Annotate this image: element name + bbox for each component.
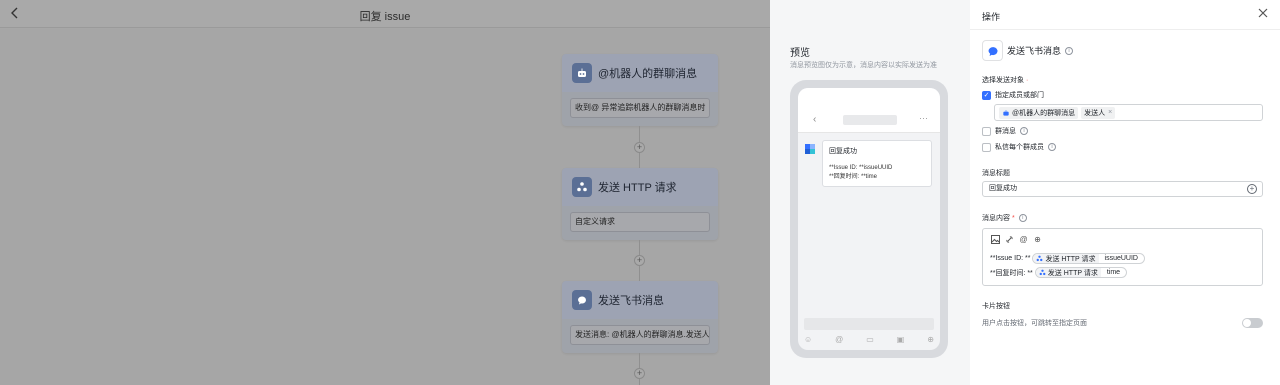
more-icon: ··· [919, 113, 928, 123]
option-member[interactable]: ✓ 指定成员或部门 [982, 90, 1044, 100]
checkbox[interactable] [982, 126, 991, 136]
checkbox[interactable] [982, 142, 991, 152]
content-line: **Issue ID: ** 发送 HTTP 请求 issueUUID [990, 253, 1145, 264]
page-title: 回复 issue [359, 11, 411, 23]
card-line: **回复时间: **time [829, 174, 878, 180]
option-group[interactable]: 群消息 i [982, 126, 1028, 136]
node-header: @机器人的群聊消息 [562, 54, 718, 92]
info-icon[interactable]: i [1065, 46, 1074, 55]
member-tag: @机器人的群聊消息 [999, 106, 1079, 119]
link-icon[interactable] [1005, 235, 1014, 244]
bot-avatar-icon [805, 143, 815, 154]
doc-icon: ▭ [866, 335, 874, 344]
card-line: **Issue ID: **issueUUID [829, 165, 893, 171]
node-header: 发送飞书消息 [562, 281, 718, 319]
phone-toolbar: ☺ @ ▭ ▣ ⊕ [804, 335, 934, 344]
top-bar: 回复 issue [0, 0, 770, 28]
action-header: 发送飞书消息 i [982, 40, 1074, 61]
insert-variable-icon[interactable]: + [1247, 184, 1257, 194]
info-icon[interactable]: i [1020, 127, 1028, 135]
close-icon[interactable] [1258, 8, 1268, 20]
chevron-left-icon: ‹ [813, 114, 817, 125]
node-title: 发送 HTTP 请求 [598, 182, 677, 194]
info-icon[interactable]: i [1018, 214, 1027, 223]
feishu-message-icon [572, 290, 592, 310]
action-name: 发送飞书消息 [1007, 46, 1062, 56]
card-button-toggle[interactable] [1242, 318, 1263, 328]
image-icon: ▣ [896, 335, 905, 344]
mention-icon[interactable]: @ [1019, 235, 1028, 244]
variable-chip[interactable]: 发送 HTTP 请求 time [1034, 267, 1128, 278]
robot-icon [572, 63, 592, 83]
panel-title: 操作 [982, 12, 1001, 22]
http-icon [572, 177, 592, 197]
node-summary: 自定义请求 [570, 212, 710, 232]
phone-title-placeholder [843, 115, 897, 125]
variable-chip[interactable]: 发送 HTTP 请求 issueUUID [1032, 253, 1145, 264]
node-title: @机器人的群聊消息 [598, 68, 698, 80]
member-select[interactable]: @机器人的群聊消息 发送人 × [994, 104, 1263, 121]
card-button-hint: 用户点击按钮，可跳转至指定页面 [982, 320, 1087, 327]
operation-panel: 操作 发送飞书消息 i 选择发送对象 · ✓ 指定成员或部门 @机器人的群聊消息 … [970, 0, 1280, 385]
phone-input-bar [804, 318, 934, 330]
option-private[interactable]: 私信每个群成员 i [982, 142, 1056, 152]
add-step-button[interactable]: + [634, 368, 645, 379]
message-title-input[interactable]: 回复成功 + [982, 181, 1263, 197]
card-button-label: 卡片按钮 [982, 303, 1010, 310]
add-icon: ⊕ [927, 335, 934, 344]
checkbox-checked[interactable]: ✓ [982, 90, 991, 100]
node-header: 发送 HTTP 请求 [562, 168, 718, 206]
message-content-label: 消息内容 * i [982, 213, 1027, 223]
preview-subtitle: 消息预览图仅为示意，消息内容以实际发送为准 [790, 62, 937, 69]
workflow-node-http[interactable]: 发送 HTTP 请求 自定义请求 [562, 168, 718, 240]
member-tag-field: 发送人 × [1081, 106, 1116, 119]
node-summary: 发送消息: @机器人的群聊消息.发送人 [570, 325, 710, 345]
phone-mockup: ‹ ··· 回复成功 **Issue ID: **issueUUID **回复时… [790, 80, 948, 358]
add-step-button[interactable]: + [634, 142, 645, 153]
add-step-button[interactable]: + [634, 255, 645, 266]
feishu-message-icon [982, 40, 1003, 61]
message-content-editor[interactable]: @ ⊕ **Issue ID: ** 发送 HTTP 请求 issueUUID … [982, 228, 1263, 286]
content-line: **回复时间: ** 发送 HTTP 请求 time [990, 267, 1128, 278]
at-icon: @ [835, 335, 844, 344]
remove-tag-icon[interactable]: × [1108, 109, 1112, 116]
emoji-icon: ☺ [804, 335, 813, 344]
info-icon[interactable]: i [1048, 143, 1056, 151]
preview-title: 预览 [790, 48, 810, 59]
insert-variable-icon[interactable]: ⊕ [1033, 235, 1042, 244]
node-title: 发送飞书消息 [598, 295, 664, 307]
target-label: 选择发送对象 · [982, 77, 1029, 84]
message-card-preview: 回复成功 **Issue ID: **issueUUID **回复时间: **t… [822, 140, 932, 187]
workflow-node-feishu-message[interactable]: 发送飞书消息 发送消息: @机器人的群聊消息.发送人 [562, 281, 718, 353]
card-title: 回复成功 [829, 148, 857, 155]
image-icon[interactable] [991, 235, 1000, 244]
preview-pane: 预览 消息预览图仅为示意，消息内容以实际发送为准 ‹ ··· 回复成功 **Is… [770, 0, 970, 385]
workflow-node-trigger[interactable]: @机器人的群聊消息 收到@ 异常追踪机器人的群聊消息时 [562, 54, 718, 126]
editor-toolbar: @ ⊕ [991, 235, 1042, 244]
node-summary: 收到@ 异常追踪机器人的群聊消息时 [570, 98, 710, 118]
message-title-label: 消息标题 [982, 170, 1010, 177]
